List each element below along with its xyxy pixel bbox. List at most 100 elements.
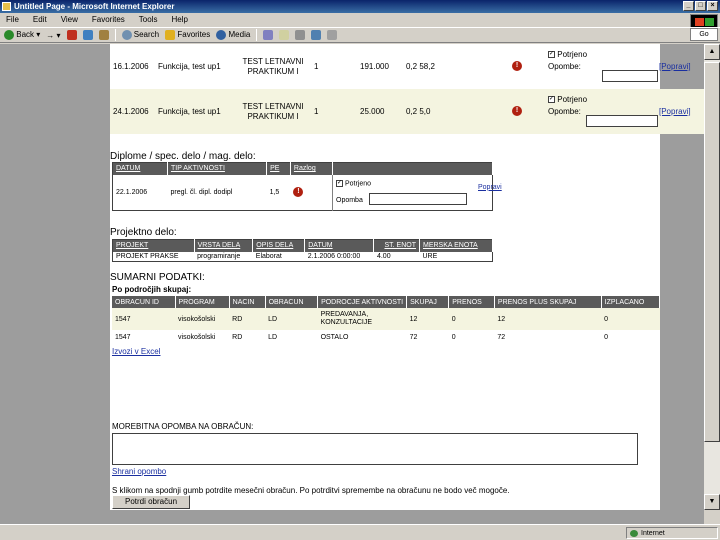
col-datum[interactable]: DATUM bbox=[304, 239, 375, 252]
cell-skupaj: 12 bbox=[409, 315, 418, 323]
confirmed-checkbox[interactable]: ✓ Potrjeno bbox=[548, 95, 587, 104]
menu-favorites[interactable]: Favorites bbox=[92, 14, 125, 26]
cell-work-desc: Elaborat bbox=[255, 252, 282, 260]
col-obracun-id[interactable]: OBRACUN ID bbox=[112, 296, 176, 308]
fix-link[interactable]: [Popravi] bbox=[659, 62, 691, 71]
forward-button[interactable]: → ▾ bbox=[46, 31, 60, 40]
row-activity: pregl. čl. dipl. dodipl bbox=[170, 188, 233, 196]
col-datum[interactable]: DATUM bbox=[112, 162, 168, 175]
edit-icon[interactable] bbox=[311, 30, 322, 40]
cell-nacin: RD bbox=[232, 315, 243, 323]
activity-row: 16.1.2006 Funkcija, test up1 TEST LETNAV… bbox=[110, 44, 704, 89]
info-icon[interactable]: ! bbox=[512, 106, 522, 116]
diploma-table: DATUM TIP AKTIVNOSTI PE Razlog 22.1.2006… bbox=[112, 162, 502, 211]
checkbox-label: Potrjeno bbox=[344, 180, 372, 188]
col-projekt[interactable]: PROJEKT bbox=[112, 239, 195, 252]
discuss-icon[interactable] bbox=[327, 30, 338, 40]
menu-help[interactable]: Help bbox=[171, 14, 187, 26]
col-podrocje[interactable]: PODROCJE AKTIVNOSTI bbox=[317, 296, 408, 308]
confirmed-checkbox[interactable]: ✓ Potrjeno bbox=[336, 180, 489, 187]
back-label: Back bbox=[16, 30, 35, 40]
confirm-instructions: S klikom na spodnji gumb potrdite mesečn… bbox=[112, 486, 510, 495]
row-pe: 1 bbox=[314, 107, 319, 116]
go-label: Go bbox=[699, 31, 709, 38]
export-excel-link[interactable]: Izvozi v Excel bbox=[112, 347, 160, 356]
col-nacin[interactable]: NACIN bbox=[229, 296, 266, 308]
col-st-enot[interactable]: ST. ENOT bbox=[373, 239, 420, 252]
col-tip-aktivnosti[interactable]: TIP AKTIVNOSTI bbox=[167, 162, 268, 175]
info-icon[interactable]: ! bbox=[512, 61, 522, 71]
internet-zone-icon bbox=[630, 530, 638, 537]
cell-obracun: LD bbox=[268, 315, 278, 323]
stop-icon[interactable] bbox=[66, 30, 77, 40]
scroll-thumb[interactable] bbox=[704, 62, 720, 442]
note-input[interactable] bbox=[586, 115, 658, 127]
menu-view[interactable]: View bbox=[61, 14, 78, 26]
row-activity: Funkcija, test up1 bbox=[158, 62, 221, 71]
row-value1: 191.000 bbox=[360, 62, 389, 71]
favorites-button[interactable]: Favorites bbox=[165, 30, 210, 40]
confirm-calculation-button[interactable]: Potrdi obračun bbox=[112, 495, 190, 509]
minimize-button[interactable]: _ bbox=[683, 1, 694, 11]
project-table: PROJEKT VRSTA DELA OPIS DELA DATUM ST. E… bbox=[112, 239, 494, 262]
info-icon[interactable]: ! bbox=[293, 187, 304, 198]
col-skupaj[interactable]: SKUPAJ bbox=[406, 296, 450, 308]
col-prenos-plus-skupaj[interactable]: PRENOS PLUS SKUPAJ bbox=[494, 296, 602, 308]
maximize-button[interactable]: □ bbox=[695, 1, 706, 11]
note-input[interactable] bbox=[368, 193, 467, 206]
project-section-title: Projektno delo: bbox=[110, 227, 177, 238]
star-icon bbox=[165, 30, 176, 40]
col-merska-enota[interactable]: MERSKA ENOTA bbox=[419, 239, 494, 252]
mail-icon[interactable] bbox=[279, 30, 290, 40]
history-icon[interactable] bbox=[263, 30, 274, 40]
zone-label: Internet bbox=[641, 530, 665, 537]
summary-subtitle: Po področjih skupaj: bbox=[112, 285, 192, 294]
home-icon[interactable] bbox=[98, 30, 109, 40]
row-activity: Funkcija, test up1 bbox=[158, 107, 221, 116]
note-input[interactable] bbox=[602, 70, 658, 82]
confirmed-checkbox[interactable]: ✓ Potrjeno bbox=[548, 50, 587, 59]
col-program[interactable]: PROGRAM bbox=[175, 296, 230, 308]
cell-program: visokošolski bbox=[178, 333, 216, 341]
fix-link[interactable]: Popravi bbox=[478, 184, 502, 191]
summary-section-title: SUMARNI PODATKI: bbox=[110, 272, 205, 283]
save-note-link[interactable]: Shrani opombo bbox=[112, 467, 166, 476]
col-prenos[interactable]: PRENOS bbox=[448, 296, 495, 308]
row-value2: 0,2 5,0 bbox=[406, 107, 431, 116]
menu-file[interactable]: File bbox=[6, 14, 19, 26]
menu-edit[interactable]: Edit bbox=[33, 14, 47, 26]
go-button[interactable]: Go bbox=[690, 28, 718, 41]
cell-obracun: LD bbox=[268, 333, 278, 341]
col-razlog[interactable]: Razlog bbox=[290, 162, 334, 175]
menu-bar: File Edit View Favorites Tools Help bbox=[0, 14, 720, 26]
col-opis-dela[interactable]: OPIS DELA bbox=[252, 239, 306, 252]
fix-link[interactable]: [Popravi] bbox=[659, 107, 691, 116]
summary-table: OBRACUN ID PROGRAM NACIN OBRACUN PODROCJ… bbox=[112, 296, 661, 344]
col-pe[interactable]: PE bbox=[266, 162, 291, 175]
ie-app-icon bbox=[2, 2, 11, 11]
note-label: Opomba bbox=[336, 197, 363, 205]
col-obracun[interactable]: OBRACUN bbox=[265, 296, 319, 308]
checkbox-icon: ✓ bbox=[336, 180, 343, 188]
menu-tools[interactable]: Tools bbox=[139, 14, 158, 26]
scroll-down-icon[interactable]: ▼ bbox=[704, 494, 720, 510]
back-button[interactable]: Back ▾ bbox=[4, 30, 40, 40]
print-icon[interactable] bbox=[295, 30, 306, 40]
note-textarea[interactable] bbox=[112, 433, 638, 465]
media-button[interactable]: Media bbox=[216, 30, 250, 40]
vertical-scrollbar[interactable]: ▲ ▼ bbox=[704, 44, 720, 510]
search-icon bbox=[121, 30, 132, 40]
page-viewport: 16.1.2006 Funkcija, test up1 TEST LETNAV… bbox=[0, 44, 704, 510]
cell-id: 1547 bbox=[115, 333, 131, 341]
window-title-bar: Untitled Page - Microsoft Internet Explo… bbox=[0, 0, 720, 13]
search-button[interactable]: Search bbox=[121, 30, 159, 40]
col-izplacano[interactable]: IZPLACANO bbox=[601, 296, 661, 308]
col-vrsta-dela[interactable]: VRSTA DELA bbox=[194, 239, 254, 252]
table-row: 1547 visokošolski RD LD PREDAVANJA, KONZ… bbox=[112, 308, 660, 330]
scroll-up-icon[interactable]: ▲ bbox=[704, 44, 720, 60]
cell-unit-type: URE bbox=[422, 252, 438, 260]
checkbox-icon: ✓ bbox=[548, 96, 555, 104]
refresh-icon[interactable] bbox=[82, 30, 93, 40]
close-button[interactable]: × bbox=[707, 1, 718, 11]
media-icon bbox=[216, 30, 227, 40]
